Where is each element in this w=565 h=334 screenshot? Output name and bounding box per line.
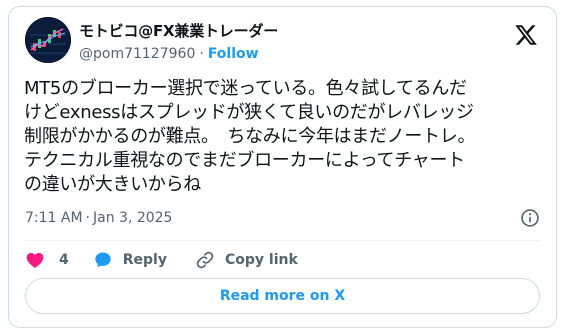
avatar[interactable]: [25, 17, 71, 63]
tweet-timestamp[interactable]: 7:11 AM · Jan 3, 2025: [25, 210, 172, 226]
divider: [25, 240, 540, 241]
heart-icon: [26, 253, 44, 268]
tweet-card: モトビコ@FX兼業トレーダー @pom71127960 · Follow MT5…: [8, 6, 557, 328]
reply-label: Reply: [122, 252, 167, 268]
x-logo-icon[interactable]: [514, 23, 538, 47]
separator-dot: ·: [85, 210, 90, 226]
action-bar: 4 Reply Copy link: [25, 248, 298, 272]
tweet-date: Jan 3, 2025: [93, 210, 173, 226]
link-icon: [196, 251, 214, 269]
speech-bubble-icon: [95, 252, 111, 268]
like-count: 4: [59, 252, 69, 268]
tweet-text-line: MT5のブローカー選択で迷っている。色々試してるんだ: [24, 78, 467, 99]
reply-button[interactable]: Reply: [93, 250, 167, 270]
author-handle-row: @pom71127960 · Follow: [79, 46, 259, 62]
info-icon[interactable]: [520, 208, 540, 228]
tweet-time: 7:11 AM: [25, 210, 83, 226]
author-name-row: モトビコ@FX兼業トレーダー: [79, 20, 278, 41]
copy-link-label: Copy link: [224, 252, 298, 268]
read-more-button[interactable]: Read more on X: [25, 278, 540, 314]
separator-dot: ·: [199, 46, 204, 62]
read-more-label: Read more on X: [219, 288, 346, 304]
tweet-text-line: の違いが大きいからね: [24, 174, 201, 195]
tweet-text-line: けどexnessはスプレッドが狭くて良いのだがレバレッジ: [24, 102, 474, 123]
tweet-text-line: テクニカル重視なのでまだブローカーによってチャート: [24, 150, 465, 171]
like-button[interactable]: 4: [25, 250, 69, 270]
copy-link-button[interactable]: Copy link: [195, 250, 298, 270]
tweet-text: MT5のブローカー選択で迷っている。色々試してるんだ けどexnessはスプレッ…: [24, 77, 549, 197]
tweet-text-line: 制限がかかるのが難点。 ちなみに今年はまだノートレ。: [24, 126, 476, 147]
author-display-name[interactable]: モトビコ@FX兼業トレーダー: [79, 20, 278, 41]
follow-button[interactable]: Follow: [208, 46, 259, 62]
author-handle[interactable]: @pom71127960: [79, 46, 195, 62]
avatar-chart-image: [25, 17, 71, 63]
